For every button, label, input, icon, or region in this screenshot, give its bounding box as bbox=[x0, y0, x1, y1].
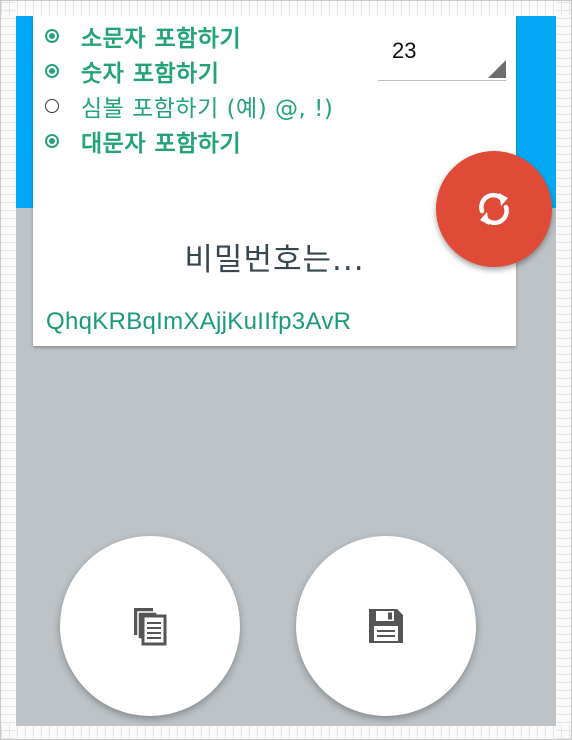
lowercase-radio[interactable] bbox=[45, 29, 59, 43]
save-button[interactable] bbox=[296, 536, 476, 716]
dropdown-arrow-icon bbox=[488, 60, 506, 78]
generated-password: QhqKRBqImXAjjKuIIfp3AvR bbox=[46, 308, 352, 335]
option-label: 숫자 포함하기 bbox=[81, 61, 220, 87]
length-value: 23 bbox=[392, 38, 417, 63]
symbols-radio[interactable] bbox=[45, 99, 59, 113]
uppercase-radio[interactable] bbox=[45, 134, 59, 148]
save-icon bbox=[369, 609, 403, 643]
option-label: 심볼 포함하기 (예) @, !) bbox=[81, 96, 334, 122]
option-lowercase[interactable]: 소문자 포함하기 bbox=[45, 21, 242, 52]
option-uppercase[interactable]: 대문자 포함하기 bbox=[45, 126, 242, 157]
length-dropdown[interactable]: 23 bbox=[378, 34, 506, 81]
result-heading: 비밀번호는... bbox=[184, 242, 365, 278]
copy-icon bbox=[134, 608, 167, 646]
numbers-radio[interactable] bbox=[45, 64, 59, 78]
option-label: 대문자 포함하기 bbox=[81, 131, 242, 157]
app-screen: 소문자 포함하기 숫자 포함하기 심볼 포함하기 (예) @, !) 대문자 포… bbox=[16, 16, 556, 726]
option-symbols[interactable]: 심볼 포함하기 (예) @, !) bbox=[45, 91, 334, 122]
copy-button[interactable] bbox=[60, 536, 240, 716]
refresh-button[interactable] bbox=[436, 151, 552, 267]
outer-frame: 소문자 포함하기 숫자 포함하기 심볼 포함하기 (예) @, !) 대문자 포… bbox=[0, 0, 572, 740]
refresh-icon bbox=[479, 192, 509, 226]
option-label: 소문자 포함하기 bbox=[81, 26, 242, 52]
option-numbers[interactable]: 숫자 포함하기 bbox=[45, 56, 220, 87]
